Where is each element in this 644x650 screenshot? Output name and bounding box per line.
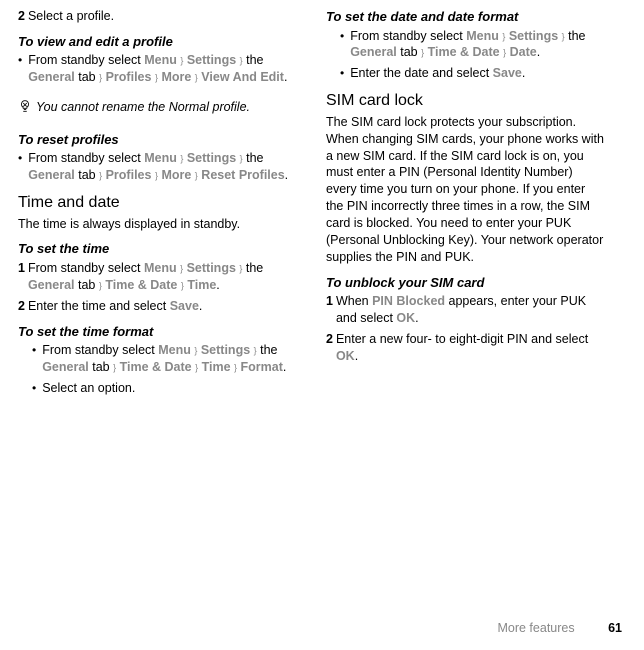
bullet-icon: • bbox=[340, 28, 344, 62]
heading-unblock-sim: To unblock your SIM card bbox=[326, 274, 606, 292]
bullet-set-time-format-1: • From standby select Menu } Settings } … bbox=[18, 342, 298, 376]
tip-rename-normal: You cannot rename the Normal profile. bbox=[18, 96, 298, 121]
step-number: 1 bbox=[326, 293, 333, 327]
step-number: 1 bbox=[18, 260, 25, 294]
bullet-icon: • bbox=[18, 52, 22, 86]
footer-section: More features bbox=[497, 621, 574, 635]
step-text: When PIN Blocked appears, enter your PUK… bbox=[336, 293, 606, 327]
bullet-text: From standby select Menu } Settings } th… bbox=[28, 150, 298, 184]
bullet-set-date-2: • Enter the date and select Save. bbox=[326, 65, 606, 82]
heading-view-edit-profile: To view and edit a profile bbox=[18, 33, 298, 51]
step-number: 2 bbox=[326, 331, 333, 365]
heading-set-time-format: To set the time format bbox=[18, 323, 298, 341]
step-select-profile: 2 Select a profile. bbox=[18, 8, 298, 25]
bullet-icon: • bbox=[32, 380, 36, 397]
bullet-text: From standby select Menu } Settings } th… bbox=[350, 28, 606, 62]
right-column: To set the date and date format • From s… bbox=[326, 8, 606, 401]
tip-text: You cannot rename the Normal profile. bbox=[36, 99, 298, 118]
step-unblock-2: 2 Enter a new four- to eight-digit PIN a… bbox=[326, 331, 606, 365]
step-number: 2 bbox=[18, 8, 25, 25]
step-text: Enter the time and select Save. bbox=[28, 298, 298, 315]
sim-card-lock-description: The SIM card lock protects your subscrip… bbox=[326, 114, 606, 266]
bullet-view-edit: • From standby select Menu } Settings } … bbox=[18, 52, 298, 86]
bullet-text: Select an option. bbox=[42, 380, 298, 397]
step-text: From standby select Menu } Settings } th… bbox=[28, 260, 298, 294]
step-number: 2 bbox=[18, 298, 25, 315]
bullet-text: From standby select Menu } Settings } th… bbox=[28, 52, 298, 86]
left-column: 2 Select a profile. To view and edit a p… bbox=[18, 8, 298, 401]
time-date-description: The time is always displayed in standby. bbox=[18, 216, 298, 233]
bullet-reset-profiles: • From standby select Menu } Settings } … bbox=[18, 150, 298, 184]
bullet-icon: • bbox=[340, 65, 344, 82]
step-unblock-1: 1 When PIN Blocked appears, enter your P… bbox=[326, 293, 606, 327]
bullet-set-time-format-2: • Select an option. bbox=[18, 380, 298, 397]
step-set-time-1: 1 From standby select Menu } Settings } … bbox=[18, 260, 298, 294]
step-text: Enter a new four- to eight-digit PIN and… bbox=[336, 331, 606, 365]
bullet-icon: • bbox=[32, 342, 36, 376]
heading-sim-card-lock: SIM card lock bbox=[326, 90, 606, 112]
page-number: 61 bbox=[608, 621, 622, 635]
heading-set-time: To set the time bbox=[18, 240, 298, 258]
bullet-text: Enter the date and select Save. bbox=[350, 65, 606, 82]
heading-set-date-format: To set the date and date format bbox=[326, 8, 606, 26]
bullet-set-date-1: • From standby select Menu } Settings } … bbox=[326, 28, 606, 62]
heading-reset-profiles: To reset profiles bbox=[18, 131, 298, 149]
bullet-text: From standby select Menu } Settings } th… bbox=[42, 342, 298, 376]
page-footer: More features 61 bbox=[497, 620, 622, 637]
bullet-icon: • bbox=[18, 150, 22, 184]
heading-time-and-date: Time and date bbox=[18, 192, 298, 214]
step-text: Select a profile. bbox=[28, 8, 298, 25]
step-set-time-2: 2 Enter the time and select Save. bbox=[18, 298, 298, 315]
lightbulb-icon bbox=[18, 99, 36, 118]
